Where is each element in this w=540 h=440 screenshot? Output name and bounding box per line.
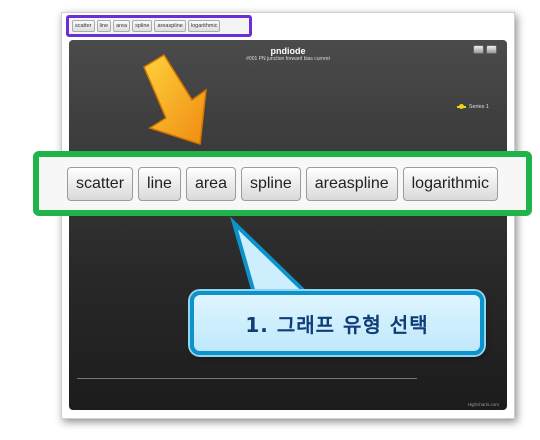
chart-type-toolbar-zoomed: scatter line area spline areaspline loga… (33, 151, 532, 216)
scatter-button[interactable]: scatter (67, 166, 134, 201)
areaspline-button[interactable]: areaspline (305, 166, 398, 201)
callout-text: 1. 그래프 유형 선택 (245, 312, 429, 337)
callout-pointer (230, 216, 310, 295)
instruction-callout: 1. 그래프 유형 선택 (190, 291, 484, 355)
legend[interactable]: Series 1 (456, 104, 489, 110)
area-button[interactable]: area (185, 166, 236, 201)
mini-area-button[interactable]: area (113, 20, 131, 32)
export-icon[interactable] (486, 45, 497, 54)
legend-marker (456, 104, 466, 109)
arrow-down-icon (143, 53, 207, 145)
x-axis-line (77, 378, 417, 379)
export-buttons (473, 45, 497, 54)
mini-areaspline-button[interactable]: areaspline (154, 20, 186, 32)
spline-button[interactable]: spline (240, 166, 301, 201)
mini-line-button[interactable]: line (96, 20, 112, 32)
print-icon[interactable] (473, 45, 484, 54)
legend-label: Series 1 (468, 104, 489, 110)
mini-scatter-button[interactable]: scatter (72, 20, 95, 32)
logarithmic-button[interactable]: logarithmic (402, 166, 498, 201)
line-button[interactable]: line (138, 166, 181, 201)
chart-credits[interactable]: Highcharts.com (468, 402, 499, 407)
mini-logarithmic-button[interactable]: logarithmic (187, 20, 221, 32)
mini-spline-button[interactable]: spline (132, 20, 153, 32)
chart-type-toolbar: scatter line area spline areaspline loga… (66, 15, 252, 37)
